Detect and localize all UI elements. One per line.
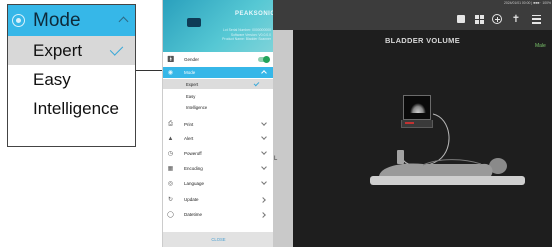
chevron-down-icon (261, 120, 267, 126)
chevron-right-icon (260, 211, 266, 218)
qr-icon: ▦ (167, 166, 174, 172)
chevron-up-icon (261, 70, 267, 76)
mode-option-expert[interactable]: Expert (163, 79, 274, 89)
main-app: 2024/01/01 00:00 | ■■■ · 100% ✝ L BLADDE… (273, 0, 552, 247)
illustration-svg (370, 113, 525, 185)
menu-item-poweroff[interactable]: ◷ Poweroff (163, 148, 274, 159)
callout-option-easy[interactable]: Easy (8, 65, 135, 94)
check-icon (253, 80, 260, 87)
probe-icon (397, 150, 404, 164)
bell-icon: ▲ (167, 135, 174, 142)
menu-item-datetime[interactable]: ◯ Datetime (163, 209, 274, 220)
menu-item-label: Update (184, 197, 199, 202)
option-label: Easy (33, 69, 71, 89)
mode-option-label: Easy (186, 93, 196, 99)
mode-icon: ◉ (167, 70, 174, 76)
refresh-icon: ↻ (167, 197, 174, 203)
chevron-down-icon (261, 164, 267, 170)
radio-icon (12, 14, 25, 27)
clock-icon: ◷ (167, 151, 174, 157)
mode-header-label: Mode (33, 9, 81, 31)
globe-icon: ◎ (167, 181, 174, 187)
bed-illustration (370, 176, 525, 185)
menu-item-label: Mode (184, 70, 196, 75)
mode-header[interactable]: Mode (8, 5, 135, 36)
chevron-up-icon (118, 16, 129, 27)
device-info: Lot Serial Number: 0000000000 Software V… (201, 28, 271, 42)
menu-item-label: Language (184, 181, 205, 186)
menu-item-label: Gender (184, 57, 200, 62)
menu-item-alert[interactable]: ▲ Alert (163, 133, 274, 144)
mode-option-intelligence[interactable]: Intelligence (163, 102, 274, 112)
option-label: Expert (33, 40, 83, 60)
probe-cable (402, 113, 450, 167)
brand-name: PEAKSONIC (235, 11, 276, 17)
info-line: Product Name: Bladder Scanner (222, 37, 271, 42)
gender-toggle[interactable] (258, 56, 270, 63)
callout-option-intelligence[interactable]: Intelligence (8, 94, 135, 123)
chevron-down-icon (261, 149, 267, 155)
menu-item-update[interactable]: ↻ Update (163, 194, 274, 205)
menu-item-label: Datetime (184, 212, 203, 217)
menu-item-language[interactable]: ◎ Language (163, 178, 274, 189)
menu-item-label: Poweroff (184, 151, 202, 156)
menu-item-label: Encoding (184, 166, 203, 171)
mode-option-label: Intelligence (186, 104, 208, 110)
close-button[interactable]: CLOSE (163, 232, 274, 247)
chevron-down-icon (261, 134, 267, 140)
callout-connector-line (136, 70, 164, 71)
menu-item-gender[interactable]: 🚹︎ Gender (163, 54, 274, 65)
chevron-right-icon (260, 196, 266, 203)
mode-dropdown-callout: Mode Expert Easy Intelligence (7, 4, 136, 147)
device-logo-icon (187, 18, 201, 27)
menu-item-print[interactable]: ⎙ Print (163, 119, 274, 130)
mode-option-easy[interactable]: Easy (163, 91, 274, 101)
menu-item-label: Alert (184, 136, 194, 141)
calendar-icon: ◯ (167, 212, 174, 218)
settings-drawer: PEAKSONIC Lot Serial Number: 0000000000 … (162, 0, 276, 247)
option-label: Intelligence (33, 98, 120, 118)
chevron-down-icon (261, 179, 267, 185)
menu-item-encoding[interactable]: ▦ Encoding (163, 163, 274, 174)
drawer-header: PEAKSONIC Lot Serial Number: 0000000000 … (163, 0, 276, 52)
check-icon (109, 42, 124, 56)
menu-item-mode[interactable]: ◉ Mode (163, 67, 274, 78)
menu-item-label: Print (184, 122, 194, 127)
print-icon: ⎙ (168, 121, 173, 127)
callout-option-expert[interactable]: Expert (8, 36, 135, 65)
person-icon: 🚹︎ (166, 57, 175, 63)
mode-option-label: Expert (186, 81, 199, 87)
